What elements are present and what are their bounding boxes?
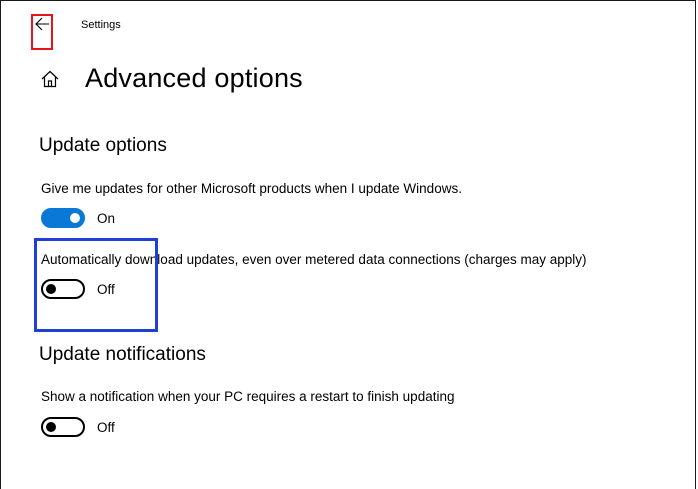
microsoft-products-description: Give me updates for other Microsoft prod…: [41, 181, 462, 196]
toggle-knob: [46, 284, 56, 294]
metered-download-description: Automatically download updates, even ove…: [41, 252, 587, 267]
window-title: Settings: [81, 19, 121, 31]
home-icon[interactable]: [39, 68, 61, 90]
page-title: Advanced options: [85, 63, 303, 93]
restart-notification-toggle[interactable]: [41, 417, 85, 437]
arrow-left-icon: [35, 17, 49, 31]
metered-download-toggle[interactable]: [41, 279, 85, 299]
toggle-knob: [46, 422, 56, 432]
restart-notification-state: Off: [97, 419, 115, 435]
microsoft-products-state: On: [97, 210, 116, 226]
settings-window: Settings Advanced options Update options…: [0, 0, 696, 489]
back-button[interactable]: [31, 14, 53, 50]
microsoft-products-setting: On: [41, 208, 115, 228]
restart-notification-description: Show a notification when your PC require…: [41, 389, 455, 404]
restart-notification-setting: Off: [41, 417, 115, 437]
metered-download-setting: Off: [41, 279, 115, 299]
microsoft-products-toggle[interactable]: [41, 208, 85, 228]
toggle-knob: [70, 213, 80, 223]
update-notifications-heading: Update notifications: [39, 344, 206, 365]
metered-download-state: Off: [97, 281, 115, 297]
page-header: Advanced options: [39, 63, 303, 94]
update-options-heading: Update options: [39, 135, 167, 156]
